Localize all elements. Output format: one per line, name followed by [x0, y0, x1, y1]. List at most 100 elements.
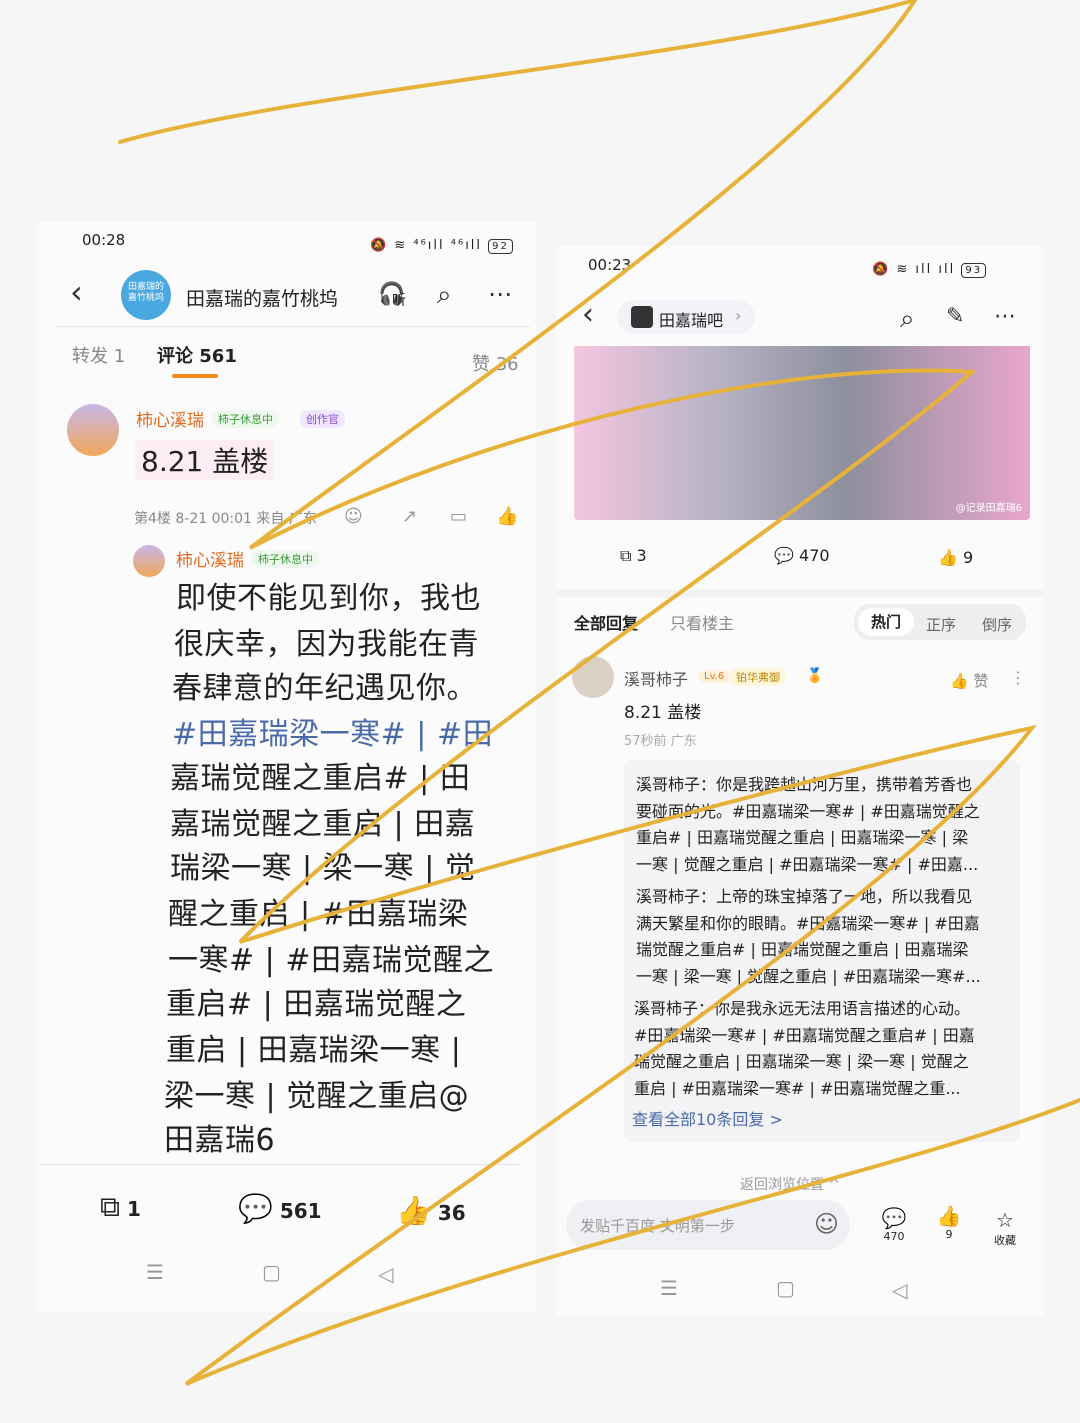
repost-icon: ⧉ [100, 1190, 120, 1223]
thumbs-up-icon: 👍 [396, 1194, 431, 1227]
reply-line: 重启# | 田嘉瑞觉醒之 [166, 987, 467, 1022]
wifi-icon: ≋ [896, 262, 910, 277]
reply-line: 即使不能见到你，我也 [176, 581, 481, 616]
section-divider [556, 590, 1044, 598]
reply-line[interactable]: 田嘉瑞6 [164, 1118, 275, 1164]
like-icon[interactable]: 👍 [496, 506, 518, 527]
reply-status-badge: 柿子休息中 [252, 550, 319, 568]
commenter-name[interactable]: 柿心溪瑞 [136, 406, 204, 431]
repost-action[interactable]: ⧉ 3 [620, 546, 647, 566]
floor-avatar[interactable] [572, 656, 614, 698]
comment-text: 8.21 盖楼 [135, 440, 275, 480]
tab-host-only[interactable]: 只看楼主 [670, 610, 734, 634]
chevron-right-icon: › [735, 306, 742, 325]
reply-icon[interactable]: ▭ [450, 506, 467, 527]
reply-line: #田嘉瑞梁一寒# | #田 [172, 717, 494, 752]
home-nav-icon[interactable]: ▢ [262, 1260, 281, 1284]
status-icons: 🔕 ≋ ⁴⁶ıll ⁴⁶ıll 92 [370, 238, 513, 254]
tab-comments[interactable]: 评论 561 [157, 342, 237, 368]
reply-line: 瑞梁一寒 | 梁一寒 | 觉 [170, 851, 476, 886]
comments-button[interactable]: 💬 470 [876, 1206, 912, 1243]
divider [55, 326, 530, 327]
like-action[interactable]: 👍 9 [938, 548, 973, 567]
reply-name[interactable]: 柿心溪瑞 [176, 546, 244, 571]
tab-likes[interactable]: 赞 36 [472, 350, 519, 376]
star-icon: ☆ [996, 1208, 1014, 1232]
signal-icon: ıll ıll [915, 262, 956, 277]
reply-line: 春肆意的年纪遇见你。 [172, 671, 477, 706]
reply-avatar[interactable] [133, 545, 165, 577]
more-vert-icon[interactable]: ⋮ [1010, 668, 1026, 687]
edit-icon[interactable]: ✎ [946, 306, 964, 328]
home-nav-icon[interactable]: ▢ [776, 1276, 795, 1300]
comment-icon: 💬 [774, 546, 794, 565]
search-icon[interactable]: ⌕ [437, 282, 452, 308]
favorite-button[interactable]: ☆ 收藏 [988, 1208, 1022, 1248]
back-icon[interactable]: ‹ [70, 276, 83, 308]
tab-all-replies[interactable]: 全部回复 [574, 610, 638, 634]
battery-icon: 93 [961, 263, 987, 278]
back-nav-icon[interactable]: ◁ [892, 1278, 907, 1302]
more-icon[interactable]: ⋯ [488, 282, 512, 306]
floor-username[interactable]: 溪哥柿子 [624, 666, 688, 690]
mute-icon: 🔕 [872, 262, 891, 277]
back-nav-icon[interactable]: ◁ [378, 1262, 393, 1286]
channel-avatar[interactable]: 田嘉瑞的 嘉竹桃坞 [121, 270, 171, 320]
comment-action[interactable]: 💬 561 [238, 1192, 322, 1225]
emoji-icon[interactable]: ☺ [814, 1210, 839, 1238]
comment-meta: 第4楼 8-21 00:01 来自 广东 [134, 511, 317, 527]
floor-meta: 57秒前 广东 [624, 734, 697, 749]
creator-badge: 创作官 [300, 410, 345, 428]
thumbs-up-icon: 👍 [938, 548, 958, 567]
status-time: 00:23 [588, 256, 632, 274]
return-position-link[interactable]: 返回浏览位置 ^ [740, 1174, 840, 1194]
tab-underline [172, 374, 218, 378]
status-badge: 柿子休息中 [212, 410, 279, 428]
reply-line: 嘉瑞觉醒之重启 | 田嘉 [170, 807, 476, 842]
search-icon[interactable]: ⌕ [900, 306, 915, 332]
reply-line: 梁一寒 | 觉醒之重启@ [164, 1079, 470, 1114]
menu-nav-icon[interactable]: ☰ [660, 1276, 678, 1300]
thumbs-up-icon: 👍 [936, 1204, 962, 1228]
share-icon: ⧉ [620, 546, 632, 565]
status-time: 00:28 [82, 231, 126, 249]
reply-line: 醒之重启 | #田嘉瑞梁 [168, 897, 469, 932]
post-input[interactable]: 发贴千百度 文明第一步 ☺ [566, 1200, 850, 1250]
more-icon[interactable]: ⋯ [994, 306, 1016, 328]
forum-chip[interactable]: 田嘉瑞吧 › [617, 300, 755, 334]
forum-avatar [631, 306, 653, 328]
floor-like[interactable]: 👍 赞 [950, 670, 988, 691]
post-image[interactable]: @记录田嘉瑞6 [574, 346, 1030, 520]
reply-line[interactable]: 一寒# | #田嘉瑞觉醒之 [168, 938, 494, 984]
divider [40, 1164, 520, 1165]
comment-icon: 💬 [238, 1192, 273, 1225]
tab-repost[interactable]: 转发 1 [72, 342, 125, 368]
list-item[interactable]: 溪哥柿子：上帝的珠宝掉落了一地，所以我看见 满天繁星和你的眼睛。#田嘉瑞梁一寒#… [636, 884, 981, 990]
view-all-replies-link[interactable]: 查看全部10条回复 > [632, 1106, 783, 1130]
share-icon[interactable]: ↗ [402, 506, 417, 527]
like-button[interactable]: 👍 9 [934, 1204, 964, 1241]
repost-action[interactable]: ⧉ 1 [100, 1190, 141, 1224]
list-item[interactable]: 溪哥柿子：你是我跨越山河万里，携带着芳香也 要碰面的光。#田嘉瑞梁一寒# | #… [636, 772, 980, 878]
listen-label: 听 [392, 293, 406, 309]
list-item[interactable]: 溪哥柿子：你是我永远无法用语言描述的心动。 #田嘉瑞梁一寒# | #田嘉瑞觉醒之… [634, 996, 975, 1102]
battery-icon: 92 [488, 239, 513, 254]
floor-text: 8.21 盖楼 [624, 703, 702, 723]
menu-nav-icon[interactable]: ☰ [146, 1260, 164, 1284]
sort-asc[interactable]: 正序 [926, 614, 956, 635]
reply-line[interactable]: 嘉瑞觉醒之重启# | 田 [170, 756, 470, 802]
sort-desc[interactable]: 倒序 [982, 614, 1012, 635]
sort-segment: 热门 正序 倒序 [854, 604, 1026, 640]
forum-title: 田嘉瑞吧 [659, 311, 724, 330]
image-watermark: @记录田嘉瑞6 [955, 503, 1022, 514]
thumbs-up-icon: 👍 [950, 672, 969, 690]
collage-background: 00:28 🔕 ≋ ⁴⁶ıll ⁴⁶ıll 92 ‹ 田嘉瑞的 嘉竹桃坞 田嘉瑞… [0, 0, 1080, 1423]
emoji-icon[interactable]: ☺ [344, 506, 363, 527]
comment-action[interactable]: 💬 470 [774, 546, 830, 565]
like-action[interactable]: 👍 36 [396, 1194, 466, 1227]
sort-hot[interactable]: 热门 [858, 608, 914, 636]
page-title: 田嘉瑞的嘉竹桃坞 [186, 288, 339, 310]
status-icons: 🔕 ≋ ıll ıll 93 [872, 262, 987, 278]
commenter-avatar[interactable] [67, 404, 119, 456]
back-icon[interactable]: ‹ [582, 300, 594, 330]
